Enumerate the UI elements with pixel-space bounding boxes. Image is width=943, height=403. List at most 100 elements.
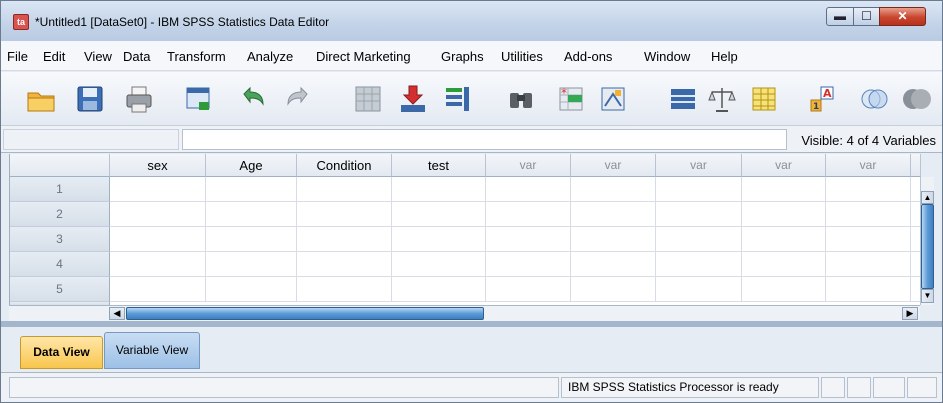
variables-icon[interactable] bbox=[442, 84, 472, 114]
data-cell[interactable] bbox=[392, 177, 486, 202]
data-cell[interactable] bbox=[826, 202, 911, 227]
find-icon[interactable] bbox=[506, 84, 536, 114]
menu-add-ons[interactable]: Add-ons bbox=[564, 49, 612, 64]
data-cell[interactable] bbox=[392, 227, 486, 252]
data-cell[interactable] bbox=[742, 227, 826, 252]
go-to-variable-icon[interactable] bbox=[398, 84, 428, 114]
scroll-up-button[interactable]: ▲ bbox=[921, 191, 934, 204]
minimize-button[interactable]: ▬ bbox=[826, 7, 854, 26]
scroll-left-button[interactable]: ◀ bbox=[109, 307, 125, 320]
data-cell[interactable] bbox=[206, 252, 297, 277]
data-cell[interactable] bbox=[571, 252, 656, 277]
scroll-right-button[interactable]: ▶ bbox=[902, 307, 918, 320]
data-cell[interactable] bbox=[571, 202, 656, 227]
row-number[interactable]: 3 bbox=[10, 227, 110, 252]
column-header[interactable]: Condition bbox=[297, 154, 392, 177]
data-cell[interactable] bbox=[206, 202, 297, 227]
recall-dialog-icon[interactable] bbox=[184, 84, 214, 114]
data-cell[interactable] bbox=[206, 227, 297, 252]
insert-cases-icon[interactable]: * bbox=[556, 84, 586, 114]
value-labels-icon[interactable]: A 1 bbox=[807, 84, 837, 114]
data-cell[interactable] bbox=[297, 252, 392, 277]
undo-icon[interactable] bbox=[238, 84, 268, 114]
data-cell[interactable] bbox=[656, 227, 742, 252]
menu-transform[interactable]: Transform bbox=[167, 49, 226, 64]
data-cell[interactable] bbox=[571, 277, 656, 302]
menu-window[interactable]: Window bbox=[644, 49, 690, 64]
close-button[interactable]: ✕ bbox=[879, 7, 926, 26]
column-header[interactable]: var bbox=[656, 154, 742, 177]
data-cell[interactable] bbox=[110, 277, 206, 302]
menu-data[interactable]: Data bbox=[123, 49, 150, 64]
cell-reference-box[interactable] bbox=[3, 129, 179, 150]
cell-value-input[interactable] bbox=[182, 129, 787, 150]
data-cell[interactable] bbox=[110, 177, 206, 202]
data-cell[interactable] bbox=[297, 227, 392, 252]
vertical-scrollbar[interactable]: ▲ ▼ bbox=[920, 177, 934, 305]
row-number[interactable]: 1 bbox=[10, 177, 110, 202]
use-variable-sets-icon[interactable] bbox=[859, 84, 889, 114]
column-header[interactable]: var bbox=[826, 154, 911, 177]
column-header[interactable]: test bbox=[392, 154, 486, 177]
data-cell[interactable] bbox=[826, 252, 911, 277]
data-cell[interactable] bbox=[392, 202, 486, 227]
data-cell[interactable] bbox=[826, 227, 911, 252]
data-cell[interactable] bbox=[110, 227, 206, 252]
maximize-button[interactable]: ☐ bbox=[853, 7, 880, 26]
split-file-icon[interactable] bbox=[668, 84, 698, 114]
print-icon[interactable] bbox=[124, 84, 154, 114]
data-cell[interactable] bbox=[571, 227, 656, 252]
tab-variable-view[interactable]: Variable View bbox=[104, 332, 200, 369]
data-cell[interactable] bbox=[656, 177, 742, 202]
menu-view[interactable]: View bbox=[84, 49, 112, 64]
data-cell[interactable] bbox=[656, 202, 742, 227]
data-cell[interactable] bbox=[486, 252, 571, 277]
data-cell[interactable] bbox=[742, 177, 826, 202]
menu-graphs[interactable]: Graphs bbox=[441, 49, 484, 64]
column-header[interactable]: var bbox=[742, 154, 826, 177]
menu-direct-marketing[interactable]: Direct Marketing bbox=[316, 49, 411, 64]
column-header[interactable]: Age bbox=[206, 154, 297, 177]
data-cell[interactable] bbox=[297, 177, 392, 202]
data-cell[interactable] bbox=[826, 277, 911, 302]
scroll-down-button[interactable]: ▼ bbox=[921, 289, 934, 303]
data-cell[interactable] bbox=[656, 277, 742, 302]
menu-file[interactable]: File bbox=[7, 49, 28, 64]
data-cell[interactable] bbox=[742, 252, 826, 277]
data-cell[interactable] bbox=[742, 277, 826, 302]
title-bar[interactable]: ta *Untitled1 [DataSet0] - IBM SPSS Stat… bbox=[1, 1, 942, 41]
data-cell[interactable] bbox=[297, 202, 392, 227]
horizontal-scroll-thumb[interactable] bbox=[126, 307, 484, 320]
data-cell[interactable] bbox=[392, 277, 486, 302]
data-cell[interactable] bbox=[742, 202, 826, 227]
data-cell[interactable] bbox=[486, 277, 571, 302]
data-cell[interactable] bbox=[571, 177, 656, 202]
vertical-scroll-thumb[interactable] bbox=[921, 204, 934, 289]
column-header[interactable]: sex bbox=[110, 154, 206, 177]
data-cell[interactable] bbox=[656, 252, 742, 277]
data-cell[interactable] bbox=[110, 252, 206, 277]
save-icon[interactable] bbox=[75, 84, 105, 114]
menu-utilities[interactable]: Utilities bbox=[501, 49, 543, 64]
go-to-case-icon[interactable] bbox=[353, 84, 383, 114]
data-cell[interactable] bbox=[206, 177, 297, 202]
row-number[interactable]: 5 bbox=[10, 277, 110, 302]
select-cases-icon[interactable] bbox=[749, 84, 779, 114]
corner-header-cell[interactable] bbox=[10, 154, 110, 177]
open-folder-icon[interactable] bbox=[26, 84, 56, 114]
redo-icon[interactable] bbox=[283, 84, 313, 114]
data-cell[interactable] bbox=[826, 177, 911, 202]
data-cell[interactable] bbox=[206, 277, 297, 302]
menu-edit[interactable]: Edit bbox=[43, 49, 65, 64]
data-cell[interactable] bbox=[110, 202, 206, 227]
show-all-variables-icon[interactable] bbox=[901, 84, 931, 114]
menu-help[interactable]: Help bbox=[711, 49, 738, 64]
insert-variable-icon[interactable] bbox=[598, 84, 628, 114]
data-cell[interactable] bbox=[392, 252, 486, 277]
data-cell[interactable] bbox=[486, 227, 571, 252]
spss-app-icon[interactable]: ta bbox=[13, 14, 29, 30]
data-cell[interactable] bbox=[486, 177, 571, 202]
data-cell[interactable] bbox=[297, 277, 392, 302]
tab-data-view[interactable]: Data View bbox=[20, 336, 103, 369]
horizontal-scrollbar[interactable]: ◀ ▶ bbox=[9, 305, 920, 321]
